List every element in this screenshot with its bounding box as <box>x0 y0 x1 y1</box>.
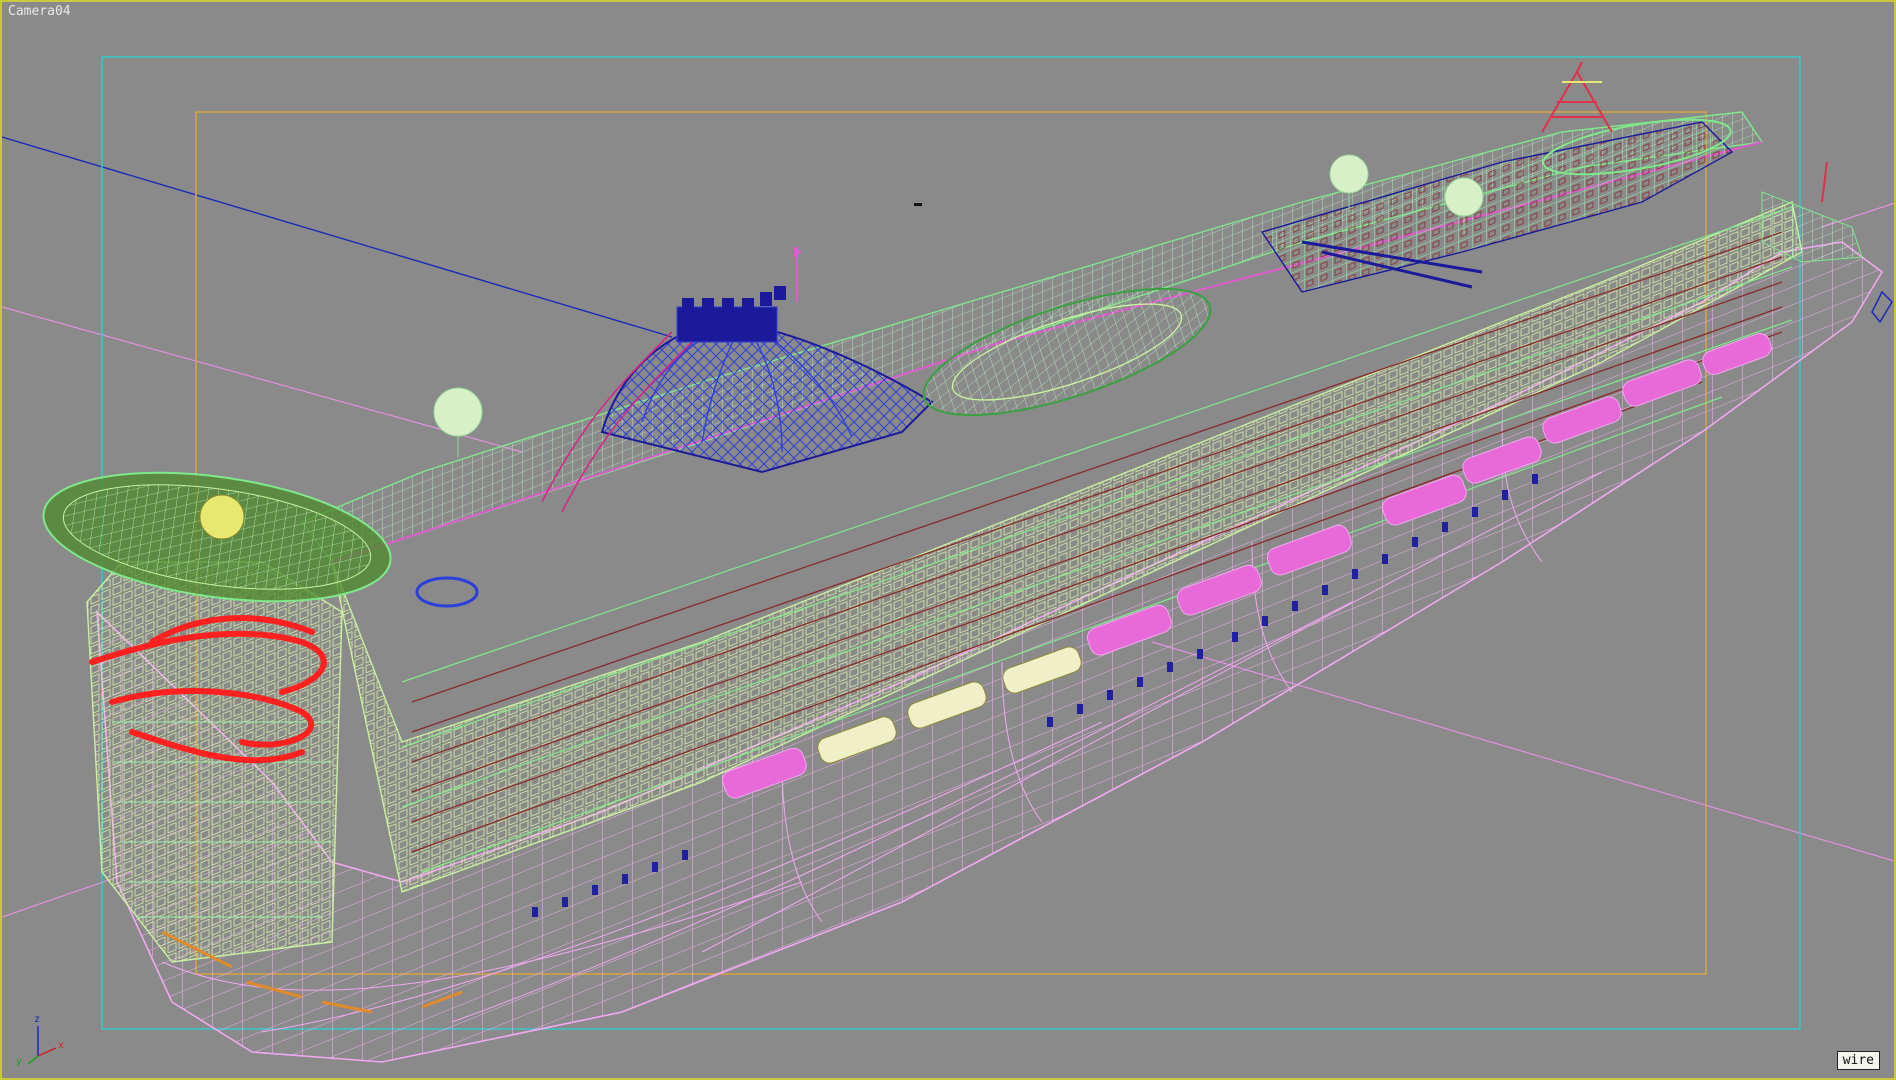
wireframe-scene[interactable] <box>2 2 1896 1080</box>
axis-x-label: x <box>58 1040 64 1051</box>
render-mode-label[interactable]: wire <box>1836 1051 1880 1070</box>
viewport-label[interactable]: Camera04 <box>8 4 71 19</box>
stern-small-dome <box>199 494 245 540</box>
funnel <box>676 246 802 343</box>
mast <box>1541 61 1613 133</box>
bow-anchor <box>1871 290 1893 324</box>
axis-z-label: z <box>34 1014 40 1025</box>
cruise-ship-model[interactable] <box>35 61 1893 1063</box>
axis-y-label: y <box>16 1056 22 1067</box>
cursor-marker <box>914 203 922 206</box>
axis-tripod-icon: z x y <box>16 1014 64 1067</box>
bow-flagpole <box>1821 161 1828 203</box>
side-pool <box>415 576 479 608</box>
camera-viewport[interactable]: Camera04 wire z x y <box>0 0 1896 1080</box>
